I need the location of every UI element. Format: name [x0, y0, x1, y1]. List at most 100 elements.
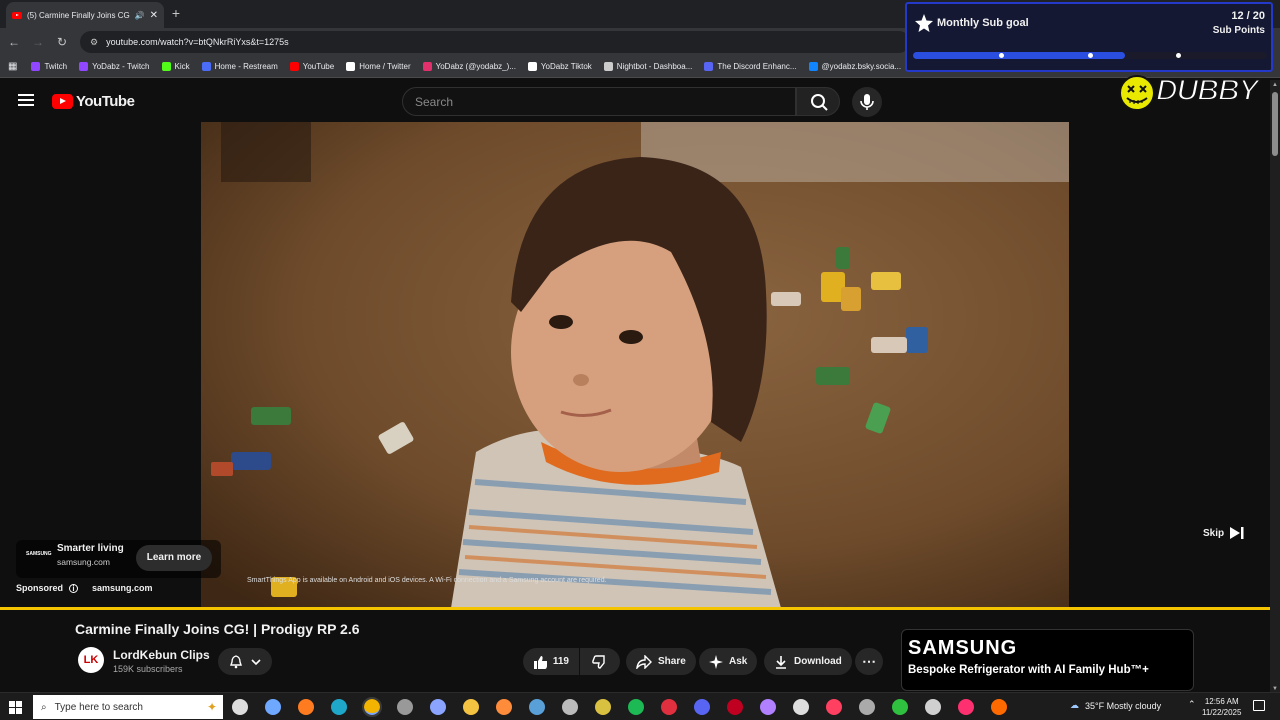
scroll-up-icon[interactable]: ▲	[1272, 82, 1278, 88]
search-input[interactable]: Search	[402, 87, 796, 116]
youtube-logo[interactable]: YouTube	[52, 93, 135, 110]
bookmark-favicon-icon	[527, 62, 537, 71]
app-icon[interactable]	[892, 699, 908, 715]
apps-grid-icon[interactable]: ▦	[8, 61, 17, 72]
app-icon[interactable]	[496, 699, 512, 715]
share-button[interactable]: Share	[626, 648, 696, 675]
bookmark-item[interactable]: Twitch	[25, 62, 73, 71]
bookmark-item[interactable]: YoDabz - Twitch	[73, 62, 155, 71]
companion-ad-banner[interactable]: SAMSUNG Bespoke Refrigerator with AI Fam…	[901, 629, 1194, 691]
taskbar-clock[interactable]: 12:56 AM 11/22/2025	[1202, 696, 1241, 718]
scrollbar-thumb[interactable]	[1272, 92, 1278, 156]
search-button[interactable]	[796, 87, 840, 116]
info-icon[interactable]: i	[69, 583, 79, 593]
app-icon[interactable]	[760, 699, 776, 715]
ask-button[interactable]: Ask	[699, 648, 758, 675]
url-bar[interactable]: ⚙ youtube.com/watch?v=btQNkrRiYxs&t=1275…	[80, 31, 910, 53]
obs-icon[interactable]	[397, 699, 413, 715]
ad-headline: Smarter living	[57, 543, 124, 554]
hamburger-menu-icon[interactable]	[18, 94, 34, 106]
app-icon[interactable]	[925, 699, 941, 715]
thumbs-down-icon	[592, 654, 605, 669]
app-icon[interactable]	[859, 699, 875, 715]
notification-center-icon[interactable]	[1253, 700, 1265, 711]
bookmark-label: YoDabz (@yodabz_)...	[435, 62, 516, 71]
share-label: Share	[658, 656, 686, 667]
voice-search-button[interactable]	[852, 87, 882, 117]
bookmark-favicon-icon	[704, 62, 714, 71]
reload-icon[interactable]: ↻	[54, 34, 70, 50]
bookmark-item[interactable]: @yodabz.bsky.socia...	[803, 62, 908, 71]
companion-ad-brand: SAMSUNG	[908, 637, 1018, 659]
video-player[interactable]: SmartThings App is available on Android …	[201, 122, 1069, 608]
bookmark-item[interactable]: YouTube	[284, 62, 340, 71]
ask-label: Ask	[729, 656, 748, 667]
new-tab-button[interactable]: +	[170, 5, 182, 21]
dislike-button[interactable]	[580, 648, 620, 675]
like-button[interactable]: 119	[523, 648, 579, 675]
app-icon[interactable]	[430, 699, 446, 715]
task-view-icon[interactable]	[232, 699, 248, 715]
steam-icon[interactable]	[529, 699, 545, 715]
bookmark-label: Twitch	[44, 62, 68, 71]
bookmark-label: YouTube	[302, 62, 335, 71]
weather-widget[interactable]: ☁ 35°F Mostly cloudy	[1070, 700, 1161, 711]
app-icon[interactable]	[595, 699, 611, 715]
spotify-icon[interactable]	[628, 699, 644, 715]
settings-icon[interactable]	[793, 699, 809, 715]
bookmark-favicon-icon	[31, 62, 41, 71]
goal-milestone-dot	[1088, 53, 1093, 58]
windows-start-icon[interactable]	[9, 701, 22, 714]
search-highlight-icon: ✦	[206, 700, 217, 714]
taskbar-search-input[interactable]: ⌕ Type here to search ✦	[33, 695, 223, 719]
bookmark-item[interactable]: YoDabz Tiktok	[522, 62, 598, 71]
goal-count: 12 / 20	[1231, 10, 1265, 22]
bookmark-label: Kick	[174, 62, 190, 71]
file-explorer-icon[interactable]	[463, 699, 479, 715]
app-icon[interactable]	[727, 699, 743, 715]
channel-avatar[interactable]: LK	[78, 647, 104, 673]
sponsored-domain[interactable]: samsung.com	[92, 583, 153, 593]
app-icon[interactable]	[991, 699, 1007, 715]
page-scrollbar[interactable]: ▲ ▼	[1270, 80, 1280, 692]
sparkle-icon	[709, 654, 723, 669]
weather-text: 35°F Mostly cloudy	[1085, 700, 1162, 711]
bookmark-item[interactable]: The Discord Enhanc...	[698, 62, 802, 71]
firefox-icon[interactable]	[298, 699, 314, 715]
app-icon[interactable]	[661, 699, 677, 715]
download-button[interactable]: Download	[764, 648, 852, 675]
samsung-small-logo: SAMSUNG	[26, 551, 52, 557]
speaker-icon[interactable]: 🔊	[135, 11, 145, 20]
epic-games-icon[interactable]	[562, 699, 578, 715]
subscriber-count: 159K subscribers	[113, 664, 183, 674]
app-icon[interactable]	[826, 699, 842, 715]
forward-icon[interactable]: →	[30, 34, 46, 50]
bookmark-item[interactable]: Kick	[156, 62, 196, 71]
ad-progress-bar[interactable]	[0, 607, 1270, 610]
bookmark-label: YoDabz Tiktok	[540, 62, 592, 71]
copilot-icon[interactable]	[265, 699, 281, 715]
video-title: Carmine Finally Joins CG! | Prodigy RP 2…	[75, 621, 360, 637]
more-actions-button[interactable]: ⋯	[855, 648, 883, 675]
bookmark-item[interactable]: Home - Restream	[196, 62, 284, 71]
back-icon[interactable]: ←	[6, 34, 22, 50]
learn-more-button[interactable]: Learn more	[136, 545, 212, 571]
url-text: youtube.com/watch?v=btQNkrRiYxs&t=1275s	[106, 37, 289, 47]
bookmark-label: Home - Restream	[214, 62, 278, 71]
bookmark-item[interactable]: Nightbot - Dashboa...	[598, 62, 699, 71]
skip-ad-button[interactable]: Skip	[1203, 527, 1244, 539]
goal-progress-bar	[913, 52, 1267, 59]
show-hidden-icons[interactable]: ⌃	[1188, 699, 1196, 710]
channel-name[interactable]: LordKebun Clips	[113, 648, 210, 662]
chrome-icon[interactable]	[362, 697, 382, 717]
browser-tab[interactable]: (5) Carmine Finally Joins CG! | Prodigy …	[6, 2, 164, 28]
discord-icon[interactable]	[694, 699, 710, 715]
bookmark-item[interactable]: Home / Twitter	[340, 62, 416, 71]
bookmark-item[interactable]: YoDabz (@yodabz_)...	[417, 62, 522, 71]
tiktok-icon[interactable]	[958, 699, 974, 715]
close-tab-icon[interactable]: ✕	[150, 10, 158, 21]
site-info-icon[interactable]: ⚙	[90, 37, 98, 48]
goal-milestone-dot	[1176, 53, 1181, 58]
notification-bell-button[interactable]	[218, 648, 272, 675]
edge-icon[interactable]	[331, 699, 347, 715]
